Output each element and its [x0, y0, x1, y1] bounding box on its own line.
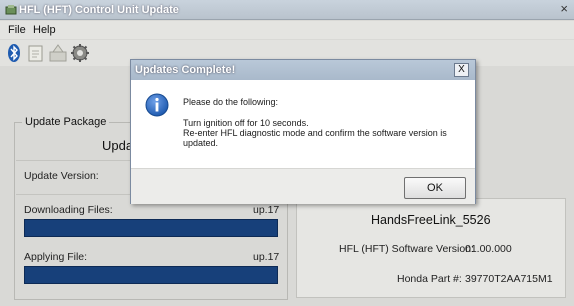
device-name: HandsFreeLink_5526 — [371, 213, 491, 227]
dialog-close-button[interactable]: X — [454, 63, 469, 77]
window-title: HFL (HFT) Control Unit Update — [19, 4, 179, 16]
bluetooth-icon[interactable] — [4, 43, 24, 63]
sw-version-value: 01.00.000 — [465, 243, 512, 255]
device-info-panel: HandsFreeLink_5526 HFL (HFT) Software Ve… — [296, 198, 566, 298]
dialog-title: Updates Complete! — [135, 64, 236, 76]
part-number-value: 39770T2AA715M1 — [465, 273, 553, 285]
window-close-button[interactable]: × — [560, 1, 568, 16]
update-package-title: Upda — [102, 138, 134, 153]
menu-file[interactable]: File — [8, 24, 26, 36]
settings-gear-icon[interactable] — [70, 43, 90, 63]
dialog-instruction-3: updated. — [183, 138, 219, 148]
dialog-footer: OK — [131, 168, 475, 204]
update-icon[interactable] — [48, 43, 68, 63]
part-number-label: Honda Part #: — [397, 273, 462, 285]
applying-file-label: Applying File: — [24, 251, 88, 263]
dialog-message-heading: Please do the following: — [183, 97, 279, 107]
dialog-instruction-2: Re-enter HFL diagnostic mode and confirm… — [183, 128, 447, 138]
dialog-instruction-1: Turn ignition off for 10 seconds. — [183, 118, 309, 128]
dialog-titlebar: Updates Complete! X — [131, 60, 475, 80]
applying-progress-fill — [24, 266, 278, 284]
window-titlebar: HFL (HFT) Control Unit Update × — [0, 0, 574, 20]
downloading-progress-fill — [24, 219, 278, 237]
downloading-progress-track — [24, 219, 278, 237]
update-package-label: Update Package — [22, 116, 110, 128]
applying-progress-track — [24, 266, 278, 284]
notepad-icon[interactable] — [26, 43, 46, 63]
update-version-label: Update Version: — [24, 170, 99, 182]
ok-button[interactable]: OK — [404, 177, 466, 199]
menu-bar: File Help — [0, 21, 574, 39]
downloading-files-label: Downloading Files: — [24, 204, 113, 216]
info-icon — [145, 93, 169, 117]
menu-help[interactable]: Help — [33, 24, 56, 36]
updates-complete-dialog: Updates Complete! X Please do the follow… — [130, 59, 476, 204]
applying-file-value: up.17 — [253, 251, 280, 263]
sw-version-label: HFL (HFT) Software Version: — [339, 243, 474, 255]
downloading-files-value: up.17 — [253, 204, 280, 216]
app-icon — [5, 5, 17, 15]
